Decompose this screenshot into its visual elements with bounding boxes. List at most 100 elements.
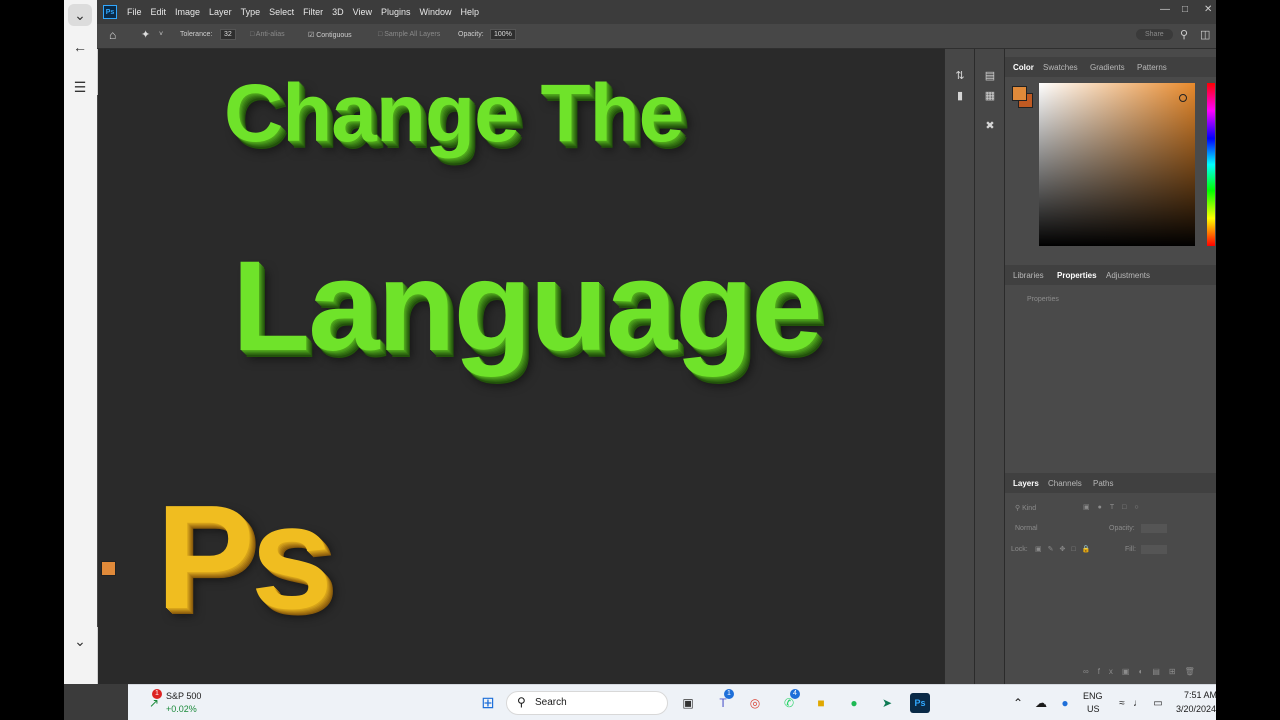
- layers-panel-tabs: Layers Channels Paths: [1005, 473, 1216, 493]
- tray-chevron-up-icon[interactable]: ⌃: [1008, 693, 1028, 713]
- hamburger-menu-icon[interactable]: ☰: [68, 76, 92, 98]
- layer-opacity-input[interactable]: [1141, 524, 1167, 533]
- menu-edit[interactable]: Edit: [151, 7, 167, 17]
- tolerance-input[interactable]: 32: [220, 29, 236, 40]
- workspace-icon[interactable]: ◫: [1200, 28, 1210, 41]
- opacity-label: Opacity:: [458, 31, 484, 38]
- menu-plugins[interactable]: Plugins: [381, 7, 411, 17]
- taskbar-search-label: Search: [535, 697, 567, 708]
- learn-panel-icon[interactable]: ▤: [982, 67, 998, 83]
- maximize-icon[interactable]: □: [1182, 4, 1188, 15]
- libraries-panel-icon[interactable]: ▦: [982, 87, 998, 103]
- search-icon[interactable]: ⚲: [1180, 28, 1188, 41]
- menu-window[interactable]: Window: [420, 7, 452, 17]
- minimize-icon[interactable]: —: [1160, 4, 1170, 15]
- app-icon-green[interactable]: ➤: [877, 693, 897, 713]
- menu-view[interactable]: View: [353, 7, 372, 17]
- tolerance-label: Tolerance:: [180, 31, 213, 38]
- panel-icons-column-2: ▤ ▦ ✖: [974, 49, 1005, 684]
- teams-badge: 1: [724, 689, 734, 699]
- tab-libraries[interactable]: Libraries: [1013, 271, 1044, 280]
- history-panel-icon[interactable]: ⇅: [952, 67, 968, 83]
- foreground-color-swatch[interactable]: [101, 561, 116, 576]
- menu-bar: Ps File Edit Image Layer Type Select Fil…: [97, 0, 1216, 24]
- chevron-down-icon[interactable]: ⌄: [68, 630, 92, 652]
- panel-icons-column-1: ⇅ ▮: [944, 49, 975, 684]
- color-picker-cursor[interactable]: [1179, 94, 1187, 102]
- layers-footer-icons[interactable]: ∞fx▣◐▤⊞🗑: [1083, 667, 1204, 676]
- menu-select[interactable]: Select: [269, 7, 294, 17]
- share-button[interactable]: Share: [1136, 29, 1173, 40]
- tab-paths[interactable]: Paths: [1093, 479, 1113, 488]
- canvas-text-language: Language: [232, 235, 822, 378]
- layer-filter-search[interactable]: ⚲ Kind: [1015, 504, 1036, 512]
- magic-eraser-icon[interactable]: ✦: [141, 28, 150, 41]
- tab-adjustments[interactable]: Adjustments: [1106, 271, 1150, 280]
- language-eng[interactable]: ENG: [1083, 691, 1103, 701]
- microphone-icon[interactable]: ●: [1055, 693, 1075, 713]
- comments-panel-icon[interactable]: ▮: [952, 87, 968, 103]
- document-canvas[interactable]: Change The Language Ps: [98, 49, 944, 684]
- browser-side-strip: ⌄ ← ☰ ⌄: [64, 0, 98, 684]
- tab-color[interactable]: Color: [1013, 63, 1034, 72]
- canvas-text-change-the: Change The: [224, 68, 684, 159]
- notification-bell-icon[interactable]: ♦: [1215, 693, 1216, 713]
- task-view-icon[interactable]: ▣: [678, 693, 698, 713]
- photoshop-taskbar-icon[interactable]: Ps: [910, 693, 930, 713]
- stock-name[interactable]: S&P 500: [166, 691, 201, 701]
- language-us[interactable]: US: [1087, 704, 1100, 714]
- spotify-icon[interactable]: ●: [844, 693, 864, 713]
- sample-all-layers-checkbox[interactable]: □ Sample All Layers: [378, 31, 440, 38]
- tray-cloud-icon[interactable]: ☁: [1031, 693, 1051, 713]
- canvas-ps-3d-logo: Ps: [156, 475, 333, 640]
- menu-file[interactable]: File: [127, 7, 142, 17]
- battery-icon[interactable]: ▭: [1148, 693, 1168, 713]
- chrome-icon[interactable]: ◎: [745, 693, 765, 713]
- color-fg-swatch[interactable]: [1012, 86, 1027, 101]
- layer-filter-kind: Kind: [1022, 505, 1037, 512]
- color-picker-field[interactable]: [1039, 83, 1195, 246]
- tab-channels[interactable]: Channels: [1048, 479, 1082, 488]
- lock-icons[interactable]: ▣✎✥□🔒: [1035, 545, 1096, 553]
- volume-icon[interactable]: ♩: [1128, 693, 1148, 713]
- anti-alias-label: Anti-alias: [255, 31, 285, 38]
- photoshop-logo: Ps: [103, 5, 117, 19]
- menu-3d[interactable]: 3D: [332, 7, 344, 17]
- windows-start-icon[interactable]: ⊞: [478, 693, 498, 713]
- tab-layers[interactable]: Layers: [1013, 479, 1039, 488]
- hue-slider[interactable]: [1207, 83, 1215, 246]
- tool-presets-icon[interactable]: ✖: [982, 117, 998, 133]
- home-icon[interactable]: ⌂: [109, 28, 116, 42]
- menu-filter[interactable]: Filter: [303, 7, 323, 17]
- blend-mode-select[interactable]: Normal: [1015, 525, 1038, 532]
- layer-fill-input[interactable]: [1141, 545, 1167, 554]
- clock-time[interactable]: 7:51 AM: [1184, 690, 1216, 700]
- opacity-input[interactable]: 100%: [490, 29, 516, 40]
- tab-patterns[interactable]: Patterns: [1137, 63, 1167, 72]
- menu-type[interactable]: Type: [241, 7, 261, 17]
- taskbar-search-box[interactable]: ⚲ Search: [506, 691, 668, 715]
- clock-date[interactable]: 3/20/2024: [1176, 704, 1216, 714]
- file-explorer-icon[interactable]: ■: [811, 693, 831, 713]
- app-frame: ⌄ ← ☰ ⌄ Ps File Edit Image Layer Type Se…: [64, 0, 1216, 720]
- close-icon[interactable]: ✕: [1204, 4, 1212, 15]
- layer-opacity-label: Opacity:: [1109, 525, 1135, 532]
- tool-preset-chevron-icon[interactable]: ˅: [159, 31, 163, 38]
- tab-properties[interactable]: Properties: [1057, 271, 1097, 280]
- sample-all-label: Sample All Layers: [384, 31, 441, 38]
- menu-layer[interactable]: Layer: [209, 7, 232, 17]
- layer-filter-icons[interactable]: ▣●T□○: [1083, 503, 1147, 511]
- menu-image[interactable]: Image: [175, 7, 200, 17]
- menu-help[interactable]: Help: [461, 7, 480, 17]
- tab-gradients[interactable]: Gradients: [1090, 63, 1125, 72]
- contiguous-checkbox[interactable]: ☑ Contiguous: [308, 31, 352, 39]
- chevron-down-icon[interactable]: ⌄: [68, 4, 92, 26]
- windows-taskbar: ↗ 1 S&P 500 +0.02% ⊞ ⚲ Search ▣ T 1 ◎ ✆ …: [128, 684, 1216, 720]
- back-arrow-icon[interactable]: ←: [68, 36, 92, 58]
- contiguous-label: Contiguous: [316, 32, 352, 39]
- tab-swatches[interactable]: Swatches: [1043, 63, 1078, 72]
- properties-subtitle: Properties: [1027, 296, 1059, 303]
- lock-label: Lock:: [1011, 546, 1028, 553]
- anti-alias-checkbox[interactable]: □ Anti-alias: [250, 31, 285, 38]
- search-icon: ⚲: [517, 695, 526, 709]
